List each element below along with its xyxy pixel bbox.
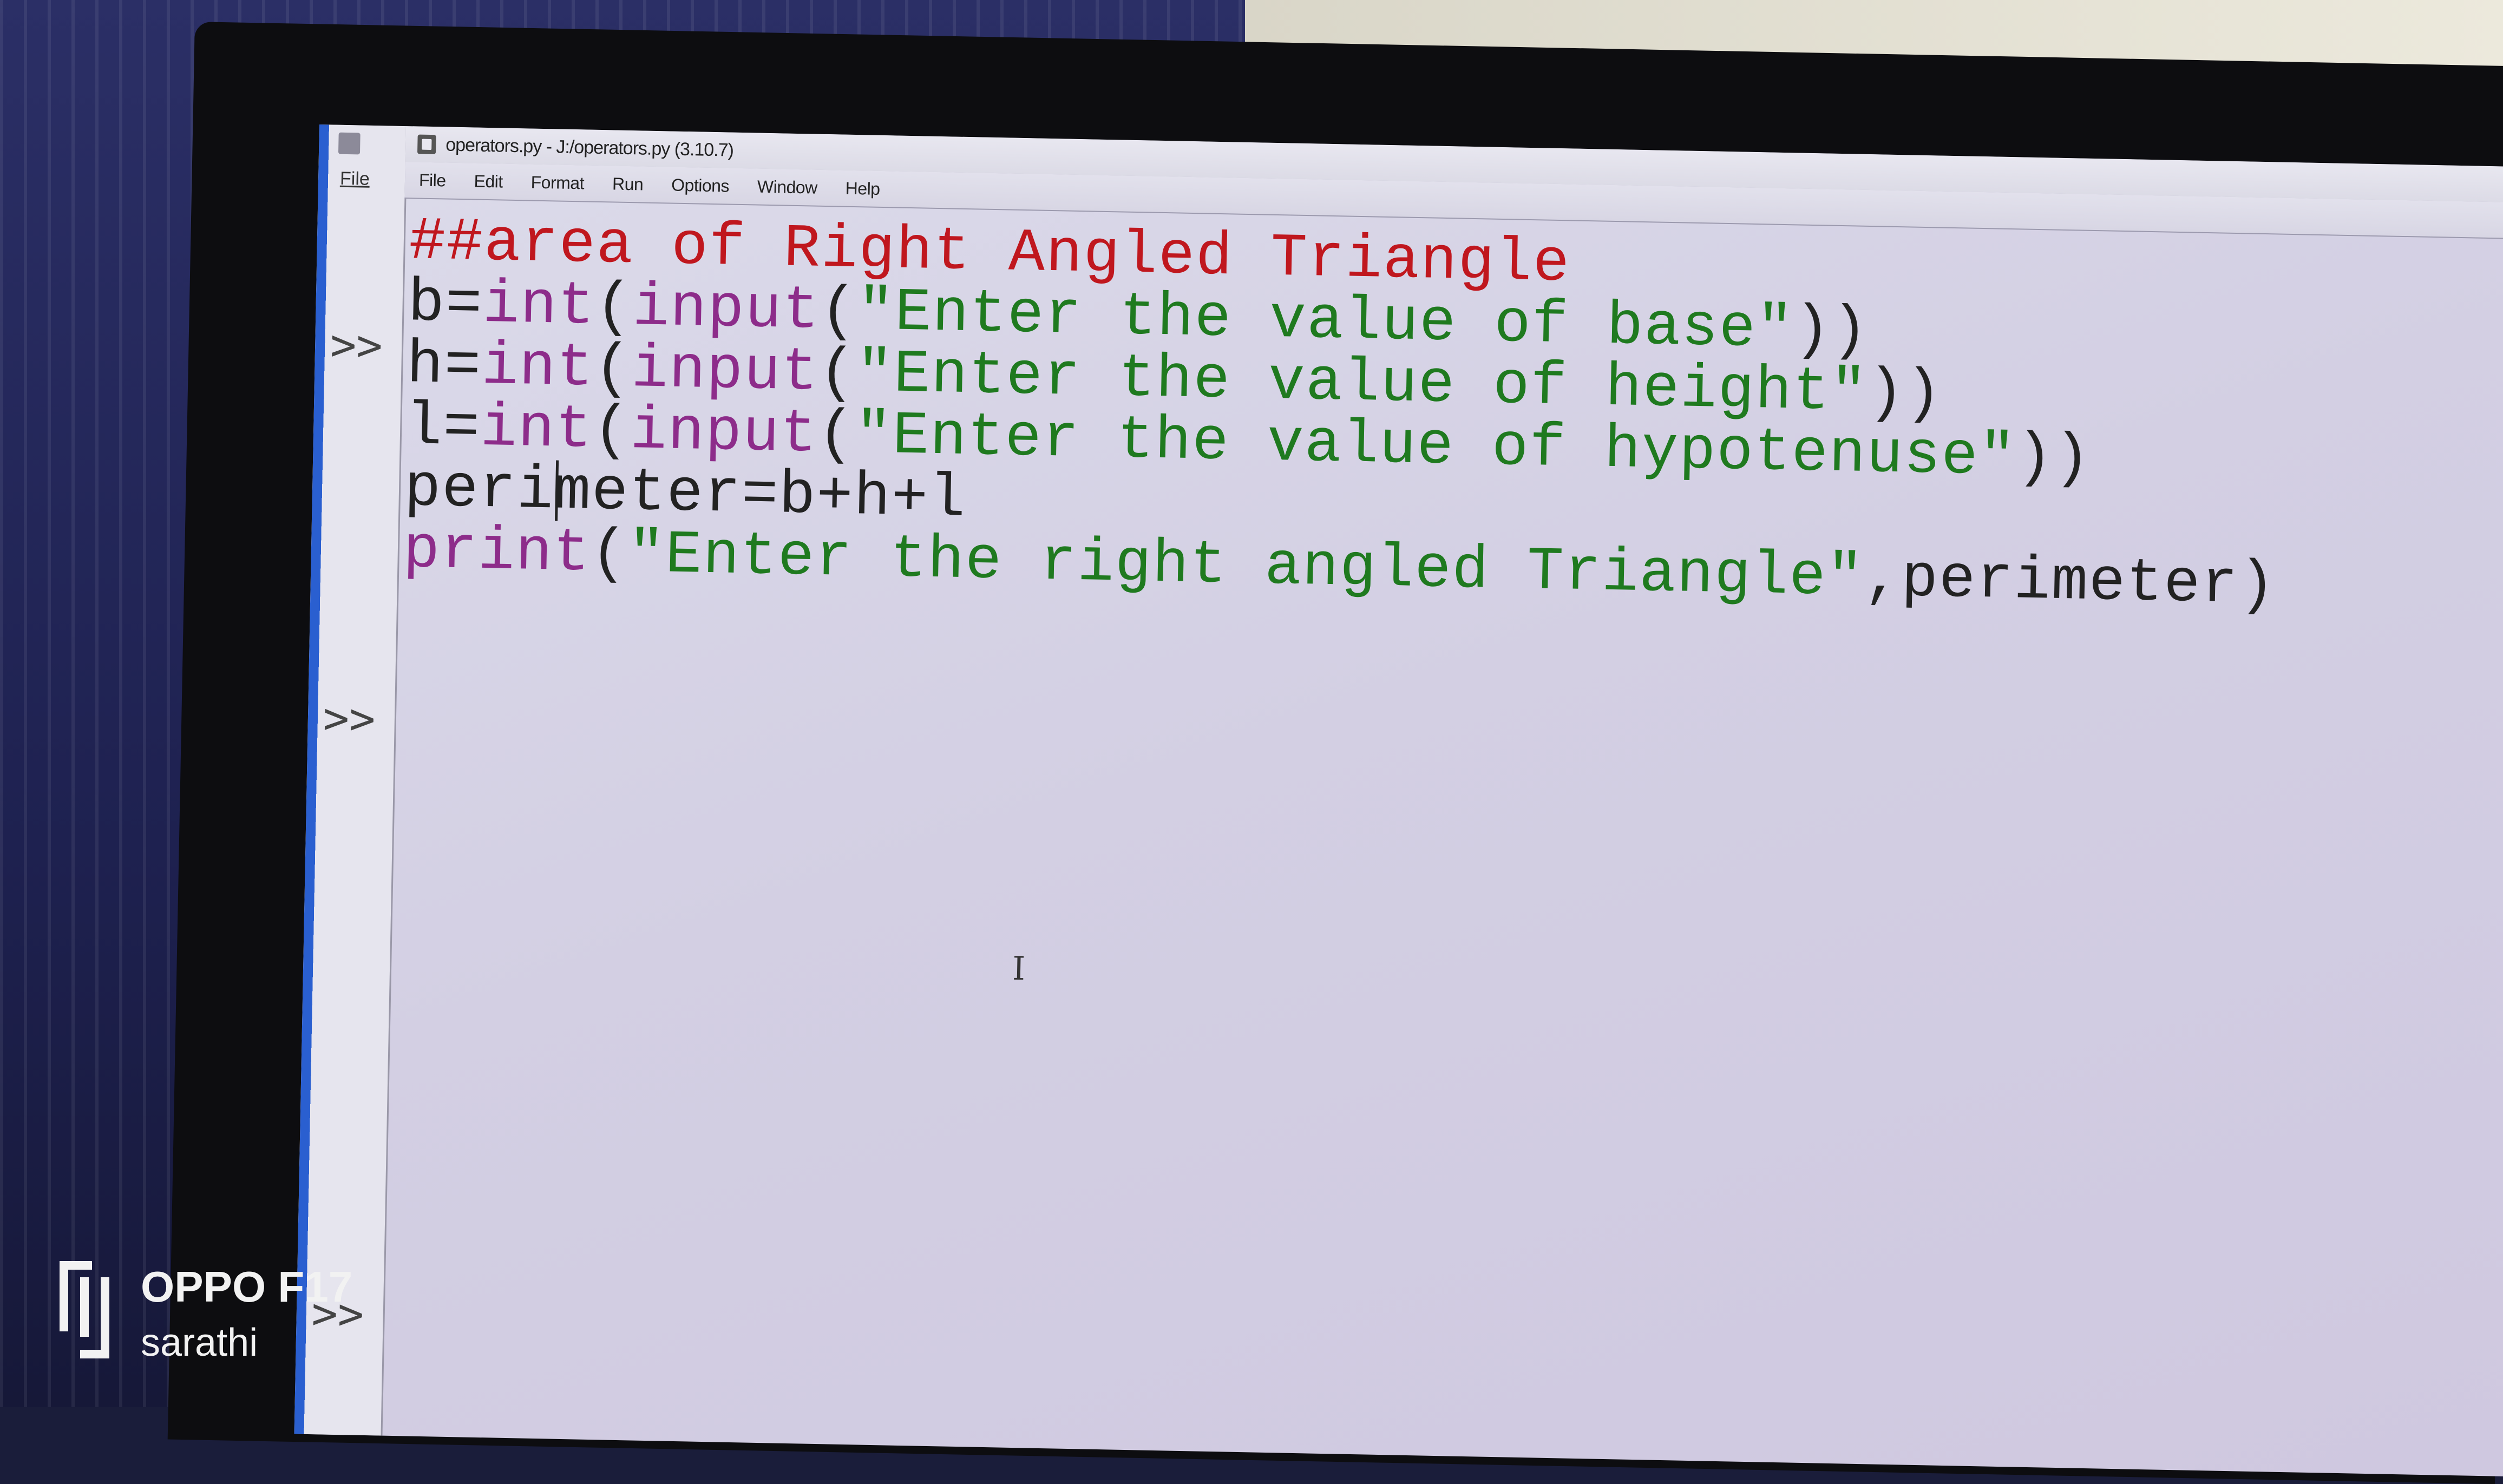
code-editor[interactable]: ##area of Right Angled Triangle b=int(inp…: [381, 200, 2503, 1476]
camera-model-label: OPPO F17: [141, 1263, 353, 1311]
code-token-builtin: input: [631, 335, 820, 408]
camera-brand-logo-icon: [60, 1261, 119, 1358]
menu-window[interactable]: Window: [743, 176, 831, 198]
ibeam-cursor-icon: I: [1012, 949, 1026, 988]
menu-format[interactable]: Format: [516, 172, 598, 194]
code-token-plain: h=: [406, 331, 483, 401]
menu-run[interactable]: Run: [598, 173, 658, 194]
menu-options[interactable]: Options: [657, 175, 743, 196]
code-token-builtin: int: [481, 332, 595, 403]
editor-window: operators.py - J:/operators.py (3.10.7) …: [381, 126, 2503, 1476]
window-title: operators.py - J:/operators.py (3.10.7): [445, 134, 734, 161]
code-token-builtin: input: [632, 273, 821, 346]
code-token-plain: (: [818, 338, 857, 409]
code-token-plain: )): [1867, 359, 1943, 429]
code-token-builtin: input: [630, 397, 818, 469]
code-token-builtin: print: [402, 516, 592, 588]
menu-edit[interactable]: Edit: [460, 171, 517, 192]
code-token-builtin: int: [482, 270, 596, 342]
menu-file[interactable]: File: [405, 170, 460, 191]
shell-menu-file[interactable]: File: [340, 168, 370, 190]
idle-file-icon: [417, 134, 436, 155]
shell-prompt: >>: [330, 319, 383, 371]
code-token-plain: (: [592, 396, 631, 466]
code-token-plain: (: [589, 519, 629, 589]
shell-prompt: >>: [323, 693, 376, 745]
code-token-plain: )): [1793, 296, 1870, 366]
code-token-plain: (: [594, 272, 634, 343]
code-token-plain: (: [819, 277, 859, 347]
camera-user-label: sarathi: [141, 1321, 258, 1364]
code-token-builtin: int: [480, 393, 594, 465]
code-token-plain: l=: [405, 392, 481, 463]
code-token-plain: b=: [407, 269, 484, 339]
code-token-plain: )): [2015, 423, 2092, 494]
code-line: print("Enter the right angled Triangle",…: [403, 516, 2277, 620]
code-token-plain: ,perimeter): [1863, 543, 2277, 621]
shell-app-icon: [338, 132, 361, 155]
camera-watermark: OPPO F17 sarathi: [60, 1261, 352, 1373]
code-token-plain: (: [817, 400, 856, 470]
code-token-plain: (: [593, 334, 632, 404]
menu-help[interactable]: Help: [831, 178, 894, 199]
code-token-string: "Enter the right angled Triangle": [627, 520, 1865, 613]
monitor-screen: File >> >> >> operators.py - J:/operator…: [294, 124, 2503, 1477]
